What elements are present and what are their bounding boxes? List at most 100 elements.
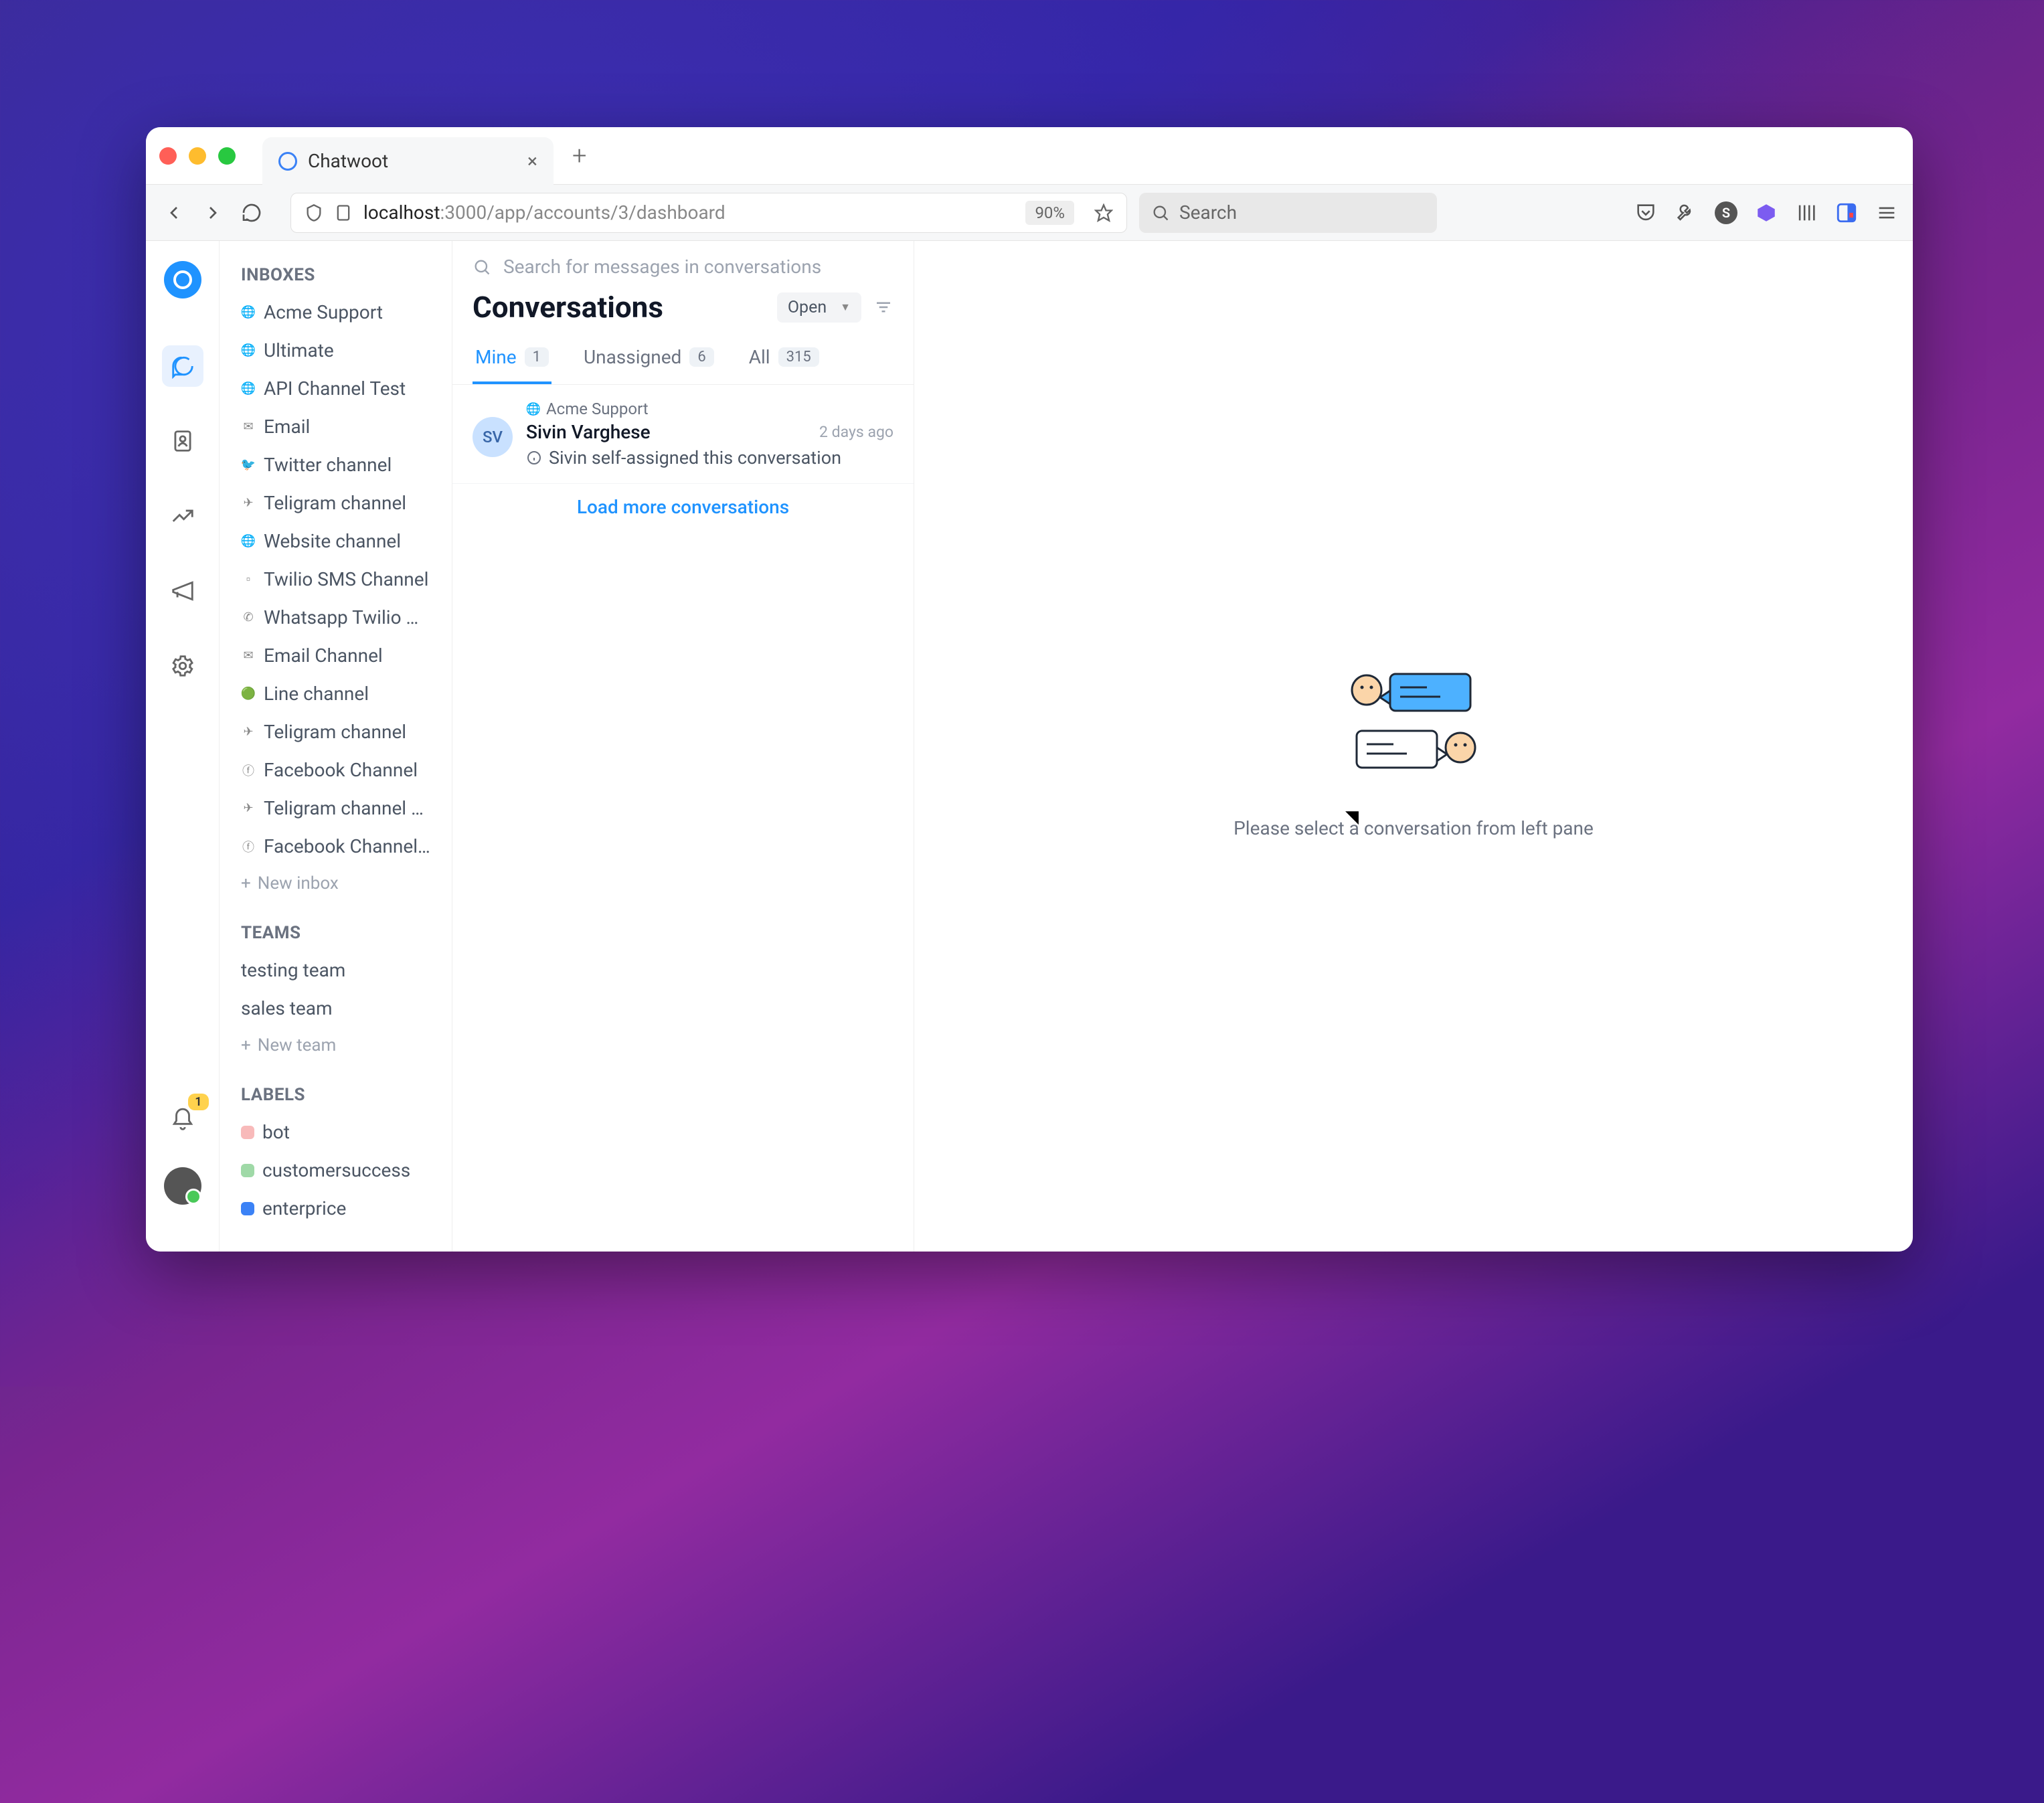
labels-header: LABELS <box>229 1077 442 1113</box>
contact-name: Sivin Varghese <box>526 421 651 443</box>
inbox-label: Twitter channel <box>264 454 392 476</box>
contact-avatar: SV <box>473 417 513 457</box>
inbox-item[interactable]: ▫Twilio SMS Channel <box>229 560 442 598</box>
browser-window: Chatwoot × + localhost:3000/app/accounts… <box>146 127 1913 1252</box>
line-icon: 🟢 <box>241 687 256 701</box>
bookmark-star-icon[interactable] <box>1094 203 1113 222</box>
inbox-item[interactable]: ✆Whatsapp Twilio C... <box>229 598 442 636</box>
twitter-icon: 🐦 <box>241 458 256 473</box>
conversation-tab[interactable]: Mine1 <box>473 337 551 384</box>
tab-label: All <box>749 346 770 368</box>
app-logo[interactable] <box>164 261 201 298</box>
conversation-tab[interactable]: All 315 <box>746 337 822 384</box>
inbox-item[interactable]: 🌐 Acme Support <box>229 293 442 331</box>
filter-icon[interactable] <box>873 297 893 317</box>
inbox-label: Email Channel <box>264 645 383 667</box>
extension2-icon[interactable] <box>1835 201 1858 224</box>
reload-button[interactable] <box>238 199 265 226</box>
window-close[interactable] <box>159 147 177 165</box>
info-icon <box>526 450 542 466</box>
globe-icon: 🌐 <box>241 343 256 358</box>
notification-badge: 1 <box>188 1094 208 1110</box>
inbox-item[interactable]: 🟢Line channel <box>229 675 442 713</box>
inbox-label: Acme Support <box>264 301 383 323</box>
new-team-button[interactable]: +New team <box>229 1027 442 1063</box>
conversation-list: Search for messages in conversations Con… <box>452 241 914 1252</box>
label-color-dot <box>241 1202 254 1215</box>
page-icon <box>334 203 353 222</box>
wrench-icon[interactable] <box>1675 201 1697 224</box>
inbox-item[interactable]: ⓕ Facebook Channel <box>229 751 442 789</box>
pocket-icon[interactable] <box>1634 201 1657 224</box>
label-item[interactable]: bot <box>229 1113 442 1151</box>
rail-campaigns[interactable] <box>162 570 203 612</box>
conversation-channel: 🌐 Acme Support <box>526 400 893 418</box>
rail-contacts[interactable] <box>162 420 203 462</box>
inbox-label: Twilio SMS Channel <box>264 568 428 590</box>
facebook-icon: ⓕ <box>241 763 256 778</box>
globe-icon: 🌐 <box>241 381 256 396</box>
label-color-dot <box>241 1126 254 1139</box>
rail-reports[interactable] <box>162 495 203 537</box>
rail-avatar[interactable] <box>164 1167 201 1205</box>
load-more-button[interactable]: Load more conversations <box>452 484 914 530</box>
grid-icon[interactable] <box>1795 201 1818 224</box>
extension-icon[interactable] <box>1755 201 1778 224</box>
inbox-item[interactable]: ✈Teligram channel <box>229 484 442 522</box>
zoom-level[interactable]: 90% <box>1025 201 1074 225</box>
inboxes-header: INBOXES <box>229 257 442 293</box>
conversation-item[interactable]: SV 🌐 Acme Support Sivin Varghese 2 days … <box>452 385 914 484</box>
favicon-icon <box>278 152 297 171</box>
inbox-item[interactable]: ✉Email <box>229 408 442 446</box>
inbox-label: Facebook Channel ... <box>264 835 430 857</box>
profile-s-icon[interactable]: S <box>1715 201 1737 224</box>
browser-search-placeholder: Search <box>1179 201 1237 224</box>
browser-tab[interactable]: Chatwoot × <box>262 137 553 185</box>
window-maximize[interactable] <box>218 147 236 165</box>
rail-settings[interactable] <box>162 645 203 687</box>
globe-icon: 🌐 <box>241 305 256 320</box>
inbox-label: Teligram channel <box>264 492 406 514</box>
forward-button[interactable] <box>199 199 226 226</box>
inbox-item[interactable]: 🌐Ultimate <box>229 331 442 369</box>
inbox-item[interactable]: ⓕFacebook Channel ... <box>229 827 442 865</box>
tab-label: Unassigned <box>584 346 681 368</box>
label-text: customersuccess <box>262 1159 410 1181</box>
inbox-item[interactable]: ✈Teligram channel bot <box>229 789 442 827</box>
address-bar[interactable]: localhost:3000/app/accounts/3/dashboard … <box>290 193 1127 233</box>
label-item[interactable]: customersuccess <box>229 1151 442 1189</box>
tab-title: Chatwoot <box>308 150 517 172</box>
teams-header: TEAMS <box>229 915 442 951</box>
tab-label: Mine <box>475 346 517 368</box>
team-item[interactable]: testing team <box>229 951 442 989</box>
empty-illustration <box>1340 654 1487 790</box>
tab-close-icon[interactable]: × <box>527 150 537 172</box>
sidebar: INBOXES 🌐 Acme Support 🌐Ultimate🌐API Chann… <box>220 241 452 1252</box>
status-filter-dropdown[interactable]: Open <box>777 292 861 323</box>
new-tab-button[interactable]: + <box>572 141 586 171</box>
titlebar: Chatwoot × + <box>146 127 1913 185</box>
rail-notifications[interactable]: 1 <box>162 1099 203 1140</box>
inbox-item[interactable]: 🐦 Twitter channel <box>229 446 442 484</box>
inbox-item[interactable]: 🌐API Channel Test <box>229 369 442 408</box>
inbox-label: Email <box>264 416 310 438</box>
conversation-tab[interactable]: Unassigned6 <box>581 337 717 384</box>
conversations-title: Conversations <box>473 290 663 325</box>
team-item[interactable]: sales team <box>229 989 442 1027</box>
telegram-icon: ✈ <box>241 801 256 816</box>
inbox-item[interactable]: ✈Teligram channel <box>229 713 442 751</box>
inbox-item[interactable]: 🌐Website channel <box>229 522 442 560</box>
browser-search-input[interactable]: Search <box>1139 193 1437 233</box>
label-item[interactable]: enterprice <box>229 1189 442 1227</box>
back-button[interactable] <box>161 199 187 226</box>
tab-count: 315 <box>778 347 819 367</box>
team-label: testing team <box>241 959 345 981</box>
menu-icon[interactable] <box>1875 201 1898 224</box>
new-inbox-button[interactable]: +New inbox <box>229 865 442 902</box>
inbox-label: Facebook Channel <box>264 759 418 781</box>
conversation-search[interactable]: Search for messages in conversations <box>452 241 914 284</box>
window-minimize[interactable] <box>189 147 206 165</box>
globe-icon: 🌐 <box>241 534 256 549</box>
inbox-item[interactable]: ✉Email Channel <box>229 636 442 675</box>
rail-conversations[interactable] <box>162 345 203 387</box>
